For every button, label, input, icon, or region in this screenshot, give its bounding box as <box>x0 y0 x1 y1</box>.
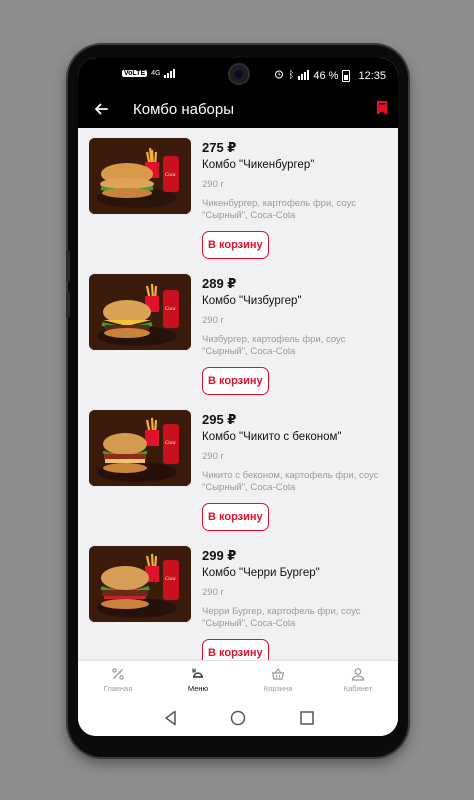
app-header: Комбо наборы <box>78 92 398 128</box>
product-price: 295 ₽ <box>202 412 237 427</box>
bookmark-icon[interactable] <box>376 100 388 116</box>
product-weight: 290 г <box>202 179 224 190</box>
app-screen: VoLTE 4G ᛒ 46 % 12:35 Комбо наборы Coca … <box>78 58 398 736</box>
product-weight: 290 г <box>202 587 224 598</box>
phone-side-button <box>66 250 70 282</box>
product-image[interactable]: Coca <box>89 274 191 350</box>
add-to-cart-button[interactable]: В корзину <box>202 503 269 531</box>
nav-item-cart[interactable]: Корзина <box>238 667 318 693</box>
svg-text:Coca: Coca <box>165 577 176 582</box>
recents-square-icon[interactable] <box>298 709 316 727</box>
product-description: Чикито с беконом, картофель фри, соус "С… <box>202 470 379 493</box>
status-left: VoLTE 4G <box>122 69 176 78</box>
clock: 12:35 <box>358 69 386 82</box>
arrow-left-icon[interactable] <box>90 98 112 120</box>
product-price: 289 ₽ <box>202 276 237 291</box>
product-price: 299 ₽ <box>202 548 237 563</box>
add-to-cart-button[interactable]: В корзину <box>202 367 269 395</box>
product-card[interactable]: Coca 299 ₽ Комбо "Черри Бургер" 290 г Че… <box>78 536 398 660</box>
product-image[interactable]: Coca <box>89 138 191 214</box>
nav-item-home[interactable]: Главная <box>78 667 158 693</box>
page-title: Комбо наборы <box>133 101 235 118</box>
alarm-icon <box>274 69 284 82</box>
product-weight: 290 г <box>202 315 224 326</box>
add-to-cart-button[interactable]: В корзину <box>202 639 269 660</box>
front-camera <box>228 63 250 85</box>
basket-icon <box>271 668 285 680</box>
home-circle-icon[interactable] <box>229 709 247 727</box>
product-card[interactable]: Coca 289 ₽ Комбо "Чизбургер" 290 г Чизбу… <box>78 264 398 400</box>
product-price: 275 ₽ <box>202 140 237 155</box>
bottom-navigation: Главная Меню Корзина Кабинет <box>78 660 398 700</box>
svg-text:Coca: Coca <box>165 441 176 446</box>
network-type: 4G <box>151 70 161 77</box>
status-right: ᛒ 46 % 12:35 <box>274 69 386 82</box>
bluetooth-icon: ᛒ <box>288 70 295 81</box>
user-icon <box>351 668 365 681</box>
product-weight: 290 г <box>202 451 224 462</box>
product-description: Чикенбургер, картофель фри, соус "Сырный… <box>202 198 356 221</box>
nav-item-menu[interactable]: Меню <box>158 667 238 693</box>
back-triangle-icon[interactable] <box>162 709 180 727</box>
battery-percent: 46 % <box>313 69 339 82</box>
menu-dish-icon <box>192 668 203 678</box>
svg-text:Coca: Coca <box>165 173 176 178</box>
product-card[interactable]: Coca 275 ₽ Комбо "Чикенбургер" 290 г Чик… <box>78 128 398 264</box>
product-list[interactable]: Coca 275 ₽ Комбо "Чикенбургер" 290 г Чик… <box>78 128 398 660</box>
nav-item-account[interactable]: Кабинет <box>318 667 398 693</box>
product-description: Чизбургер, картофель фри, соус "Сырный",… <box>202 334 346 357</box>
battery-icon <box>342 69 351 82</box>
nav-label: Главная <box>103 684 133 693</box>
system-navigation-bar <box>78 700 398 736</box>
phone-side-button <box>66 292 70 318</box>
product-name[interactable]: Комбо "Чизбургер" <box>202 295 302 307</box>
product-image[interactable]: Coca <box>89 410 191 486</box>
product-image[interactable]: Coca <box>89 546 191 622</box>
volte-badge: VoLTE <box>122 70 148 77</box>
nav-label: Меню <box>187 684 209 693</box>
product-name[interactable]: Комбо "Черри Бургер" <box>202 567 320 579</box>
product-card[interactable]: Coca 295 ₽ Комбо "Чикито с беконом" 290 … <box>78 400 398 536</box>
nav-label: Кабинет <box>343 684 373 693</box>
signal-icon <box>298 70 310 80</box>
svg-text:Coca: Coca <box>165 307 176 312</box>
product-name[interactable]: Комбо "Чикенбургер" <box>202 159 314 171</box>
percent-icon <box>112 668 124 680</box>
nav-label: Корзина <box>263 684 293 693</box>
product-name[interactable]: Комбо "Чикито с беконом" <box>202 431 342 443</box>
status-bar: VoLTE 4G ᛒ 46 % 12:35 <box>78 58 398 92</box>
product-description: Черри Бургер, картофель фри, соус "Сырны… <box>202 606 361 629</box>
signal-icon <box>164 69 176 78</box>
add-to-cart-button[interactable]: В корзину <box>202 231 269 259</box>
